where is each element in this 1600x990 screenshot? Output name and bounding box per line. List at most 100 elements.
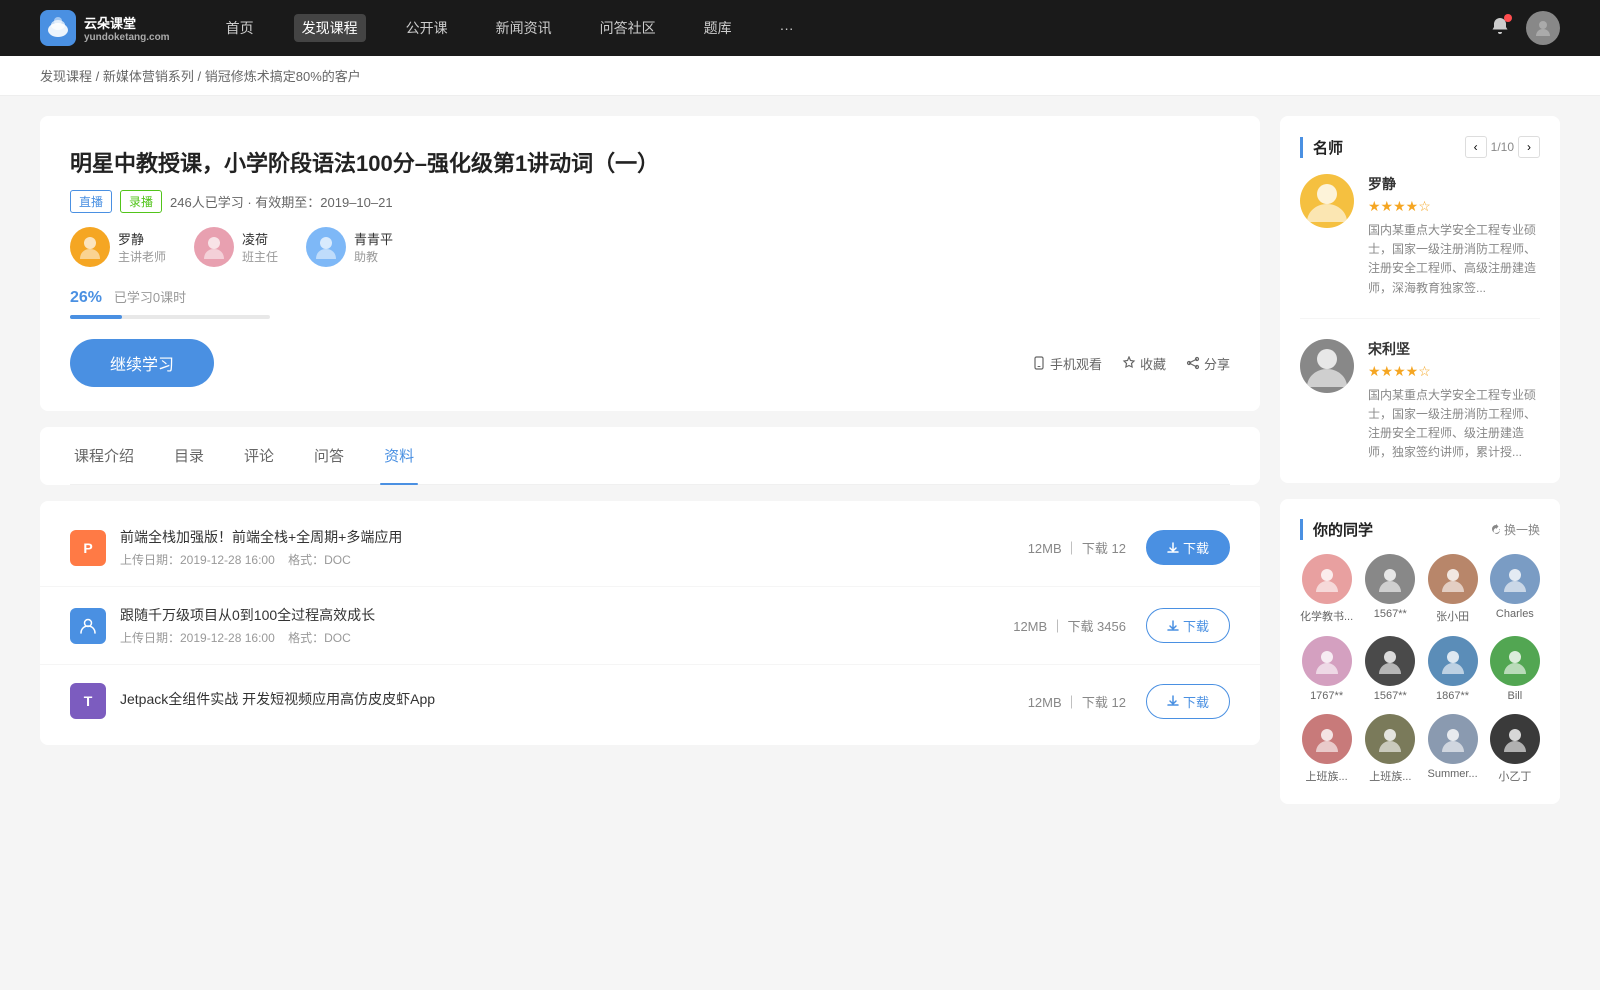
phone-watch-link[interactable]: 手机观看 xyxy=(1032,354,1102,373)
classmate-avatar-1 xyxy=(1365,554,1415,604)
collect-link[interactable]: 收藏 xyxy=(1122,354,1166,373)
nav-item-qa[interactable]: 问答社区 xyxy=(592,14,664,42)
file-stats-1: 12MB ｜ 下载 3456 xyxy=(1013,616,1126,635)
classmate-name-5: 1567** xyxy=(1374,690,1407,702)
logo[interactable]: 云朵课堂 yundoketang.com xyxy=(40,10,170,46)
classmate-avatar-4 xyxy=(1302,636,1352,686)
breadcrumb-sep-1: / xyxy=(96,69,103,84)
course-card: 明星中教授课，小学阶段语法100分–强化级第1讲动词（一） 直播 录播 246人… xyxy=(40,116,1260,411)
collect-label: 收藏 xyxy=(1140,354,1166,373)
download-button-1[interactable]: 下载 xyxy=(1146,608,1230,643)
teachers-card-header: 名师 ‹ 1/10 › xyxy=(1300,136,1540,158)
nav-item-news[interactable]: 新闻资讯 xyxy=(488,14,560,42)
tab-intro[interactable]: 课程介绍 xyxy=(70,427,138,484)
right-sidebar: 名师 ‹ 1/10 › 罗静 ★★★★☆ 国内某重点大学安全工程专业硕士，国家一… xyxy=(1280,116,1560,820)
download-button-0[interactable]: 下载 xyxy=(1146,530,1230,565)
nav-item-home[interactable]: 首页 xyxy=(218,14,262,42)
file-info-0: 前端全栈加强版！前端全栈+全周期+多端应用 上传日期：2019-12-28 16… xyxy=(120,527,1028,568)
main-layout: 明星中教授课，小学阶段语法100分–强化级第1讲动词（一） 直播 录播 246人… xyxy=(0,96,1600,840)
teachers-pagination: ‹ 1/10 › xyxy=(1465,136,1540,158)
user-avatar[interactable] xyxy=(1526,11,1560,45)
classmate-2: 张小田 xyxy=(1427,554,1477,624)
notification-dot xyxy=(1504,14,1512,22)
teacher-info-0: 罗静 主讲老师 xyxy=(118,229,166,265)
tag-live: 直播 xyxy=(70,190,112,213)
nav-item-quiz[interactable]: 题库 xyxy=(696,14,740,42)
classmate-10: Summer... xyxy=(1427,714,1477,784)
course-title: 明星中教授课，小学阶段语法100分–强化级第1讲动词（一） xyxy=(70,146,1230,178)
sidebar-teacher-avatar-0 xyxy=(1300,174,1354,228)
file-meta-0: 上传日期：2019-12-28 16:00 格式：DOC xyxy=(120,551,1028,568)
teacher-name-2: 青青平 xyxy=(354,229,393,248)
classmate-avatar-10 xyxy=(1428,714,1478,764)
classmate-avatar-8 xyxy=(1302,714,1352,764)
classmate-7: Bill xyxy=(1490,636,1540,702)
teachers-sidebar-card: 名师 ‹ 1/10 › 罗静 ★★★★☆ 国内某重点大学安全工程专业硕士，国家一… xyxy=(1280,116,1560,483)
classmate-avatar-6 xyxy=(1428,636,1478,686)
sidebar-teacher-stars-1: ★★★★☆ xyxy=(1368,363,1540,380)
tab-catalog[interactable]: 目录 xyxy=(170,427,208,484)
classmate-avatar-9 xyxy=(1365,714,1415,764)
notification-bell[interactable] xyxy=(1490,16,1510,41)
file-item-1: 跟随千万级项目从0到100全过程高效成长 上传日期：2019-12-28 16:… xyxy=(40,587,1260,665)
teacher-avatar-0 xyxy=(70,227,110,267)
sidebar-teacher-name-1: 宋利坚 xyxy=(1368,339,1540,359)
file-icon-1 xyxy=(70,608,106,644)
file-meta-1: 上传日期：2019-12-28 16:00 格式：DOC xyxy=(120,629,1013,646)
classmate-4: 1767** xyxy=(1300,636,1353,702)
teacher-info-1: 凌荷 班主任 xyxy=(242,229,278,265)
tabs-card: 课程介绍 目录 评论 问答 资料 xyxy=(40,427,1260,485)
progress-section: 26% 已学习0课时 xyxy=(70,287,1230,319)
tabs: 课程介绍 目录 评论 问答 资料 xyxy=(70,427,1230,485)
teacher-avatar-1 xyxy=(194,227,234,267)
sidebar-teacher-desc-0: 国内某重点大学安全工程专业硕士，国家一级注册消防工程师、注册安全工程师、高级注册… xyxy=(1368,221,1540,298)
file-size-0: 12MB xyxy=(1028,541,1062,556)
classmate-name-4: 1767** xyxy=(1310,690,1343,702)
share-label: 分享 xyxy=(1204,354,1230,373)
download-button-2[interactable]: 下载 xyxy=(1146,684,1230,719)
classmate-avatar-3 xyxy=(1490,554,1540,604)
tab-material[interactable]: 资料 xyxy=(380,427,418,484)
sidebar-teacher-avatar-1 xyxy=(1300,339,1354,393)
classmate-name-9: 上班族... xyxy=(1369,768,1411,784)
classmate-name-10: Summer... xyxy=(1428,768,1478,780)
file-info-2: Jetpack全组件实战 开发短视频应用高仿皮皮虾App xyxy=(120,689,1028,713)
refresh-classmates-button[interactable]: 换一换 xyxy=(1490,521,1540,538)
classmate-avatar-11 xyxy=(1490,714,1540,764)
share-link[interactable]: 分享 xyxy=(1186,354,1230,373)
teachers-next-button[interactable]: › xyxy=(1518,136,1540,158)
nav-item-discover[interactable]: 发现课程 xyxy=(294,14,366,42)
file-list: P 前端全栈加强版！前端全栈+全周期+多端应用 上传日期：2019-12-28 … xyxy=(40,501,1260,745)
breadcrumb-sep-2: / xyxy=(198,69,205,84)
tab-review[interactable]: 评论 xyxy=(240,427,278,484)
file-item-0: P 前端全栈加强版！前端全栈+全周期+多端应用 上传日期：2019-12-28 … xyxy=(40,509,1260,587)
breadcrumb: 发现课程 / 新媒体营销系列 / 销冠修炼术搞定80%的客户 xyxy=(0,56,1600,96)
teacher-name-0: 罗静 xyxy=(118,229,166,248)
tab-qa[interactable]: 问答 xyxy=(310,427,348,484)
nav-item-more[interactable]: ··· xyxy=(772,16,802,40)
classmate-6: 1867** xyxy=(1427,636,1477,702)
file-format-1: 格式：DOC xyxy=(288,631,351,645)
file-name-1: 跟随千万级项目从0到100全过程高效成长 xyxy=(120,605,1013,625)
file-name-2: Jetpack全组件实战 开发短视频应用高仿皮皮虾App xyxy=(120,689,1028,709)
nav-item-open[interactable]: 公开课 xyxy=(398,14,456,42)
tag-record: 录播 xyxy=(120,190,162,213)
breadcrumb-link-discover[interactable]: 发现课程 xyxy=(40,69,92,84)
progress-label: 已学习0课时 xyxy=(114,290,186,305)
sidebar-teacher-1: 宋利坚 ★★★★☆ 国内某重点大学安全工程专业硕士，国家一级注册消防工程师、注册… xyxy=(1300,339,1540,463)
sidebar-teacher-name-0: 罗静 xyxy=(1368,174,1540,194)
phone-watch-label: 手机观看 xyxy=(1050,354,1102,373)
breadcrumb-link-series[interactable]: 新媒体营销系列 xyxy=(103,69,194,84)
continue-button[interactable]: 继续学习 xyxy=(70,339,214,387)
logo-sub: yundoketang.com xyxy=(84,32,170,43)
navbar: 云朵课堂 yundoketang.com 首页 发现课程 公开课 新闻资讯 问答… xyxy=(0,0,1600,56)
teachers-prev-button[interactable]: ‹ xyxy=(1465,136,1487,158)
left-content: 明星中教授课，小学阶段语法100分–强化级第1讲动词（一） 直播 录播 246人… xyxy=(40,116,1260,820)
classmate-11: 小乙丁 xyxy=(1490,714,1540,784)
teacher-role-1: 班主任 xyxy=(242,248,278,265)
teacher-info-2: 青青平 助教 xyxy=(354,229,393,265)
file-downloads-0: 下载 12 xyxy=(1082,541,1126,556)
file-size-2: 12MB xyxy=(1028,695,1062,710)
classmate-name-1: 1567** xyxy=(1374,608,1407,620)
classmate-name-11: 小乙丁 xyxy=(1498,768,1531,784)
